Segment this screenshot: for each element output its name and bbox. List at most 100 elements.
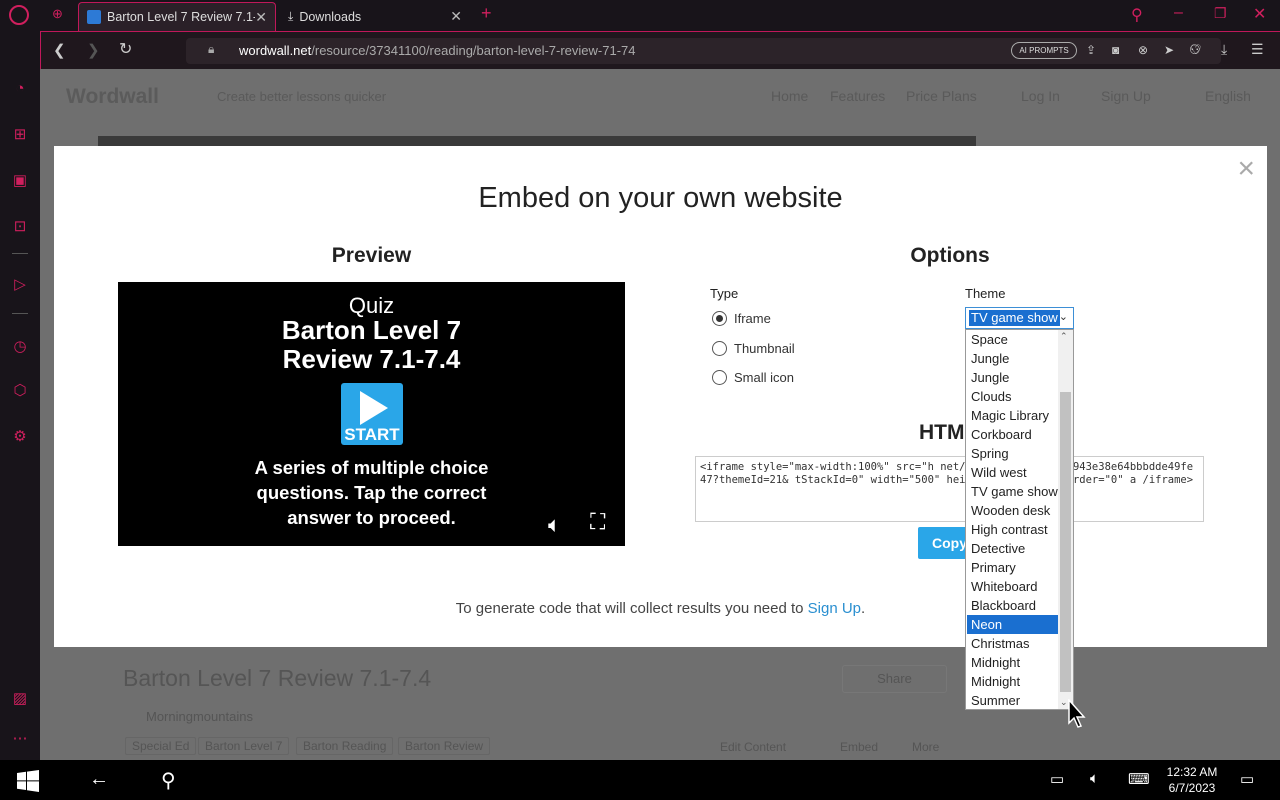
- gallery-icon[interactable]: ▨: [10, 689, 30, 709]
- clock[interactable]: 12:32 AM 6/7/2023: [1160, 764, 1224, 796]
- history-icon[interactable]: ◷: [10, 337, 30, 357]
- notifications-icon[interactable]: ▭: [1240, 770, 1254, 788]
- close-window-icon[interactable]: ✕: [1253, 4, 1266, 24]
- extension-icon[interactable]: ⊡: [10, 217, 30, 237]
- close-tab-icon[interactable]: ✕: [255, 9, 267, 26]
- url-field[interactable]: 🔒︎ wordwall.net/resource/37341100/readin…: [186, 38, 1221, 64]
- theme-option[interactable]: Clouds: [967, 387, 1059, 406]
- theme-option[interactable]: Jungle: [967, 368, 1059, 387]
- nav-features[interactable]: Features: [830, 88, 885, 104]
- adblock-icon[interactable]: ⊗: [1138, 43, 1148, 57]
- sidebar-divider: [12, 313, 28, 314]
- ai-prompts-button[interactable]: AI PROMPTS: [1011, 42, 1077, 59]
- scroll-down-icon[interactable]: ⌄: [1060, 697, 1068, 708]
- theme-option[interactable]: Space: [967, 330, 1059, 349]
- theme-option[interactable]: Christmas: [967, 634, 1059, 653]
- preview-description: A series of multiple choice questions. T…: [254, 457, 489, 528]
- tab-wordwall[interactable]: Barton Level 7 Review 7.1-7 ✕: [78, 2, 276, 31]
- sound-icon[interactable]: 🔈︎: [548, 512, 561, 538]
- tag[interactable]: Barton Reading: [296, 737, 394, 755]
- shopping-bag-icon[interactable]: ⊞: [10, 125, 30, 145]
- edit-content-link[interactable]: Edit Content: [720, 740, 786, 754]
- send-icon[interactable]: ➤: [1164, 43, 1174, 57]
- more-link[interactable]: More: [912, 740, 939, 754]
- radio-small-icon[interactable]: [712, 370, 727, 385]
- search-icon[interactable]: ⚲: [1131, 5, 1143, 25]
- embed-code-textarea[interactable]: <iframe style="max-width:100%" src="h ne…: [695, 456, 1204, 522]
- scroll-up-icon[interactable]: ⌃: [1060, 331, 1068, 342]
- reload-icon[interactable]: ↻: [119, 39, 132, 59]
- nav-language[interactable]: English: [1205, 88, 1251, 104]
- opera-logo-icon[interactable]: [9, 5, 29, 25]
- camera-icon[interactable]: ◙: [1112, 43, 1119, 57]
- search-icon[interactable]: ⚲: [161, 768, 176, 793]
- nav-sign-up[interactable]: Sign Up: [1101, 88, 1151, 104]
- radio-thumbnail-label[interactable]: Thumbnail: [734, 341, 795, 356]
- new-tab-icon[interactable]: +: [481, 3, 492, 24]
- close-icon[interactable]: ×: [1237, 154, 1255, 184]
- share-icon[interactable]: ⇪: [1086, 43, 1096, 57]
- theme-option[interactable]: Spring: [967, 444, 1059, 463]
- more-icon[interactable]: ⋯: [10, 729, 30, 749]
- forward-icon[interactable]: ❯: [87, 41, 100, 59]
- nav-price-plans[interactable]: Price Plans: [906, 88, 977, 104]
- keyboard-icon[interactable]: ⌨: [1128, 770, 1150, 788]
- settings-icon[interactable]: ⚙: [10, 427, 30, 447]
- twitch-icon[interactable]: ▣: [10, 171, 30, 191]
- theme-option[interactable]: Wild west: [967, 463, 1059, 482]
- back-icon[interactable]: ❮: [53, 41, 66, 59]
- gamepad-icon[interactable]: ⊕: [52, 6, 63, 22]
- network-icon[interactable]: ▭: [1050, 770, 1064, 788]
- share-button[interactable]: Share: [842, 665, 947, 693]
- back-arrow-icon[interactable]: ←: [89, 768, 109, 791]
- theme-option[interactable]: Midnight: [967, 672, 1059, 691]
- embed-preview[interactable]: Quiz Barton Level 7 Review 7.1-7.4 START…: [118, 282, 625, 546]
- site-logo[interactable]: Wordwall: [66, 85, 159, 109]
- theme-label: Theme: [965, 286, 1006, 301]
- cube-icon[interactable]: ⬡: [10, 381, 30, 401]
- profile-icon[interactable]: ⚇: [1189, 42, 1201, 58]
- downloads-icon[interactable]: ⤓: [1221, 41, 1227, 58]
- scrollbar-thumb[interactable]: [1060, 392, 1071, 692]
- embed-link[interactable]: Embed: [840, 740, 878, 754]
- restore-icon[interactable]: ❐: [1214, 5, 1227, 22]
- theme-option[interactable]: TV game show: [967, 482, 1059, 501]
- theme-option-highlighted[interactable]: Neon: [967, 615, 1059, 634]
- radio-iframe[interactable]: [712, 311, 727, 326]
- site-tagline: Create better lessons quicker: [217, 89, 387, 104]
- minimize-icon[interactable]: –: [1174, 4, 1183, 22]
- tag[interactable]: Barton Level 7: [198, 737, 290, 755]
- theme-option[interactable]: Midnight: [967, 653, 1059, 672]
- theme-option[interactable]: Whiteboard: [967, 577, 1059, 596]
- theme-option[interactable]: Blackboard: [967, 596, 1059, 615]
- theme-dropdown[interactable]: Space Jungle Jungle Clouds Magic Library…: [965, 329, 1074, 710]
- theme-select[interactable]: TV game show ⌄: [965, 307, 1074, 329]
- theme-option[interactable]: Magic Library: [967, 406, 1059, 425]
- theme-option[interactable]: Summer: [967, 691, 1059, 710]
- sign-up-link[interactable]: Sign Up: [808, 600, 861, 617]
- theme-option[interactable]: Jungle: [967, 349, 1059, 368]
- radio-thumbnail[interactable]: [712, 341, 727, 356]
- theme-option[interactable]: Wooden desk: [967, 501, 1059, 520]
- fullscreen-icon[interactable]: ⛶: [590, 509, 605, 535]
- radio-iframe-label[interactable]: Iframe: [734, 311, 771, 326]
- theme-option[interactable]: Detective: [967, 539, 1059, 558]
- dropdown-scrollbar[interactable]: ⌃ ⌄: [1058, 330, 1073, 709]
- volume-muted-icon[interactable]: 🔈︎: [1090, 770, 1099, 787]
- nav-log-in[interactable]: Log In: [1021, 88, 1060, 104]
- player-icon[interactable]: ▷: [10, 275, 30, 295]
- tag[interactable]: Special Ed: [125, 737, 197, 755]
- theme-option[interactable]: Corkboard: [967, 425, 1059, 444]
- theme-option[interactable]: Primary: [967, 558, 1059, 577]
- activity-author[interactable]: Morningmountains: [146, 709, 253, 724]
- speed-dial-icon[interactable]: ◔: [10, 79, 30, 99]
- radio-small-icon-label[interactable]: Small icon: [734, 370, 794, 385]
- tag[interactable]: Barton Review: [398, 737, 491, 755]
- windows-start-icon[interactable]: [17, 770, 39, 792]
- theme-option[interactable]: High contrast: [967, 520, 1059, 539]
- close-tab-icon[interactable]: ✕: [450, 8, 462, 25]
- tab-downloads[interactable]: ⤓ Downloads ✕: [280, 2, 470, 31]
- menu-icon[interactable]: ☰: [1251, 41, 1264, 58]
- nav-home[interactable]: Home: [771, 88, 808, 104]
- start-button[interactable]: START: [341, 383, 403, 445]
